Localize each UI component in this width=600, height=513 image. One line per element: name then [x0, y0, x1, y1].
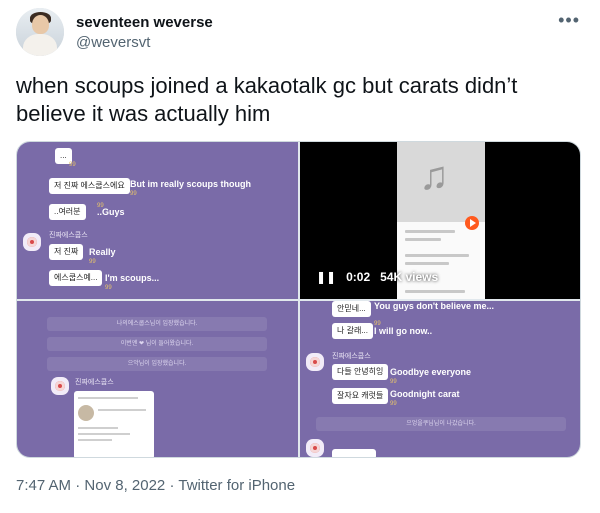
chat-caption: Really: [89, 247, 116, 257]
chat-bubble: 잘자요 캐럿들: [332, 388, 389, 404]
author-names: seventeen weverse @weversvt: [76, 13, 213, 53]
footer-separator: ·: [75, 477, 81, 494]
chat-sender-avatar: [306, 353, 324, 371]
chat-caption: I will go now..: [374, 326, 433, 336]
read-count: 99: [89, 259, 96, 265]
media-image-1[interactable]: ... 99 저 진짜 에스쿱스에요 But im really scoups …: [17, 142, 298, 299]
chat-sender-avatar: [306, 439, 324, 457]
system-message: 으엉을쿠님님이 나갔습니다.: [316, 417, 566, 431]
read-count: 99: [105, 285, 112, 291]
author-handle[interactable]: @weversvt: [76, 33, 213, 53]
read-count: 99: [97, 203, 104, 209]
media-image-3[interactable]: 나의에스쿱스님이 입장했습니다. 이번엔 ❤ 님이 들어왔습니다. 으악님이 입…: [17, 301, 298, 457]
video-overlay: ❚❚ 0:02 54K views: [316, 270, 448, 284]
footer-separator: ·: [169, 477, 175, 494]
system-message: 이번엔 ❤ 님이 들어왔습니다.: [47, 337, 267, 351]
read-count: 99: [390, 379, 397, 385]
chat-caption: Goodbye everyone: [390, 367, 472, 377]
system-message: 으악님이 입장했습니다.: [47, 357, 267, 371]
more-options-icon[interactable]: •••: [558, 11, 580, 29]
media-video[interactable]: ♫ ❚❚ 0:02 54K views: [300, 142, 580, 299]
author-avatar[interactable]: [16, 8, 64, 56]
music-note-icon: ♫: [419, 154, 449, 198]
tweet-time[interactable]: 7:47 AM: [16, 477, 71, 494]
video-duration: 0:02: [346, 270, 371, 284]
tweet-date[interactable]: Nov 8, 2022: [84, 477, 165, 494]
chat-sender-avatar: [51, 377, 69, 395]
read-count: 99: [390, 401, 397, 407]
chat-caption: I'm scoups...: [105, 273, 160, 283]
read-count: 99: [130, 191, 137, 197]
chat-bubble: 저 진짜 에스쿱스에요: [49, 178, 130, 194]
video-views: 54K views: [380, 270, 439, 284]
author-display-name[interactable]: seventeen weverse: [76, 13, 213, 33]
tweet-footer: 7:47 AM · Nov 8, 2022 · Twitter for iPho…: [16, 476, 295, 496]
tweet-header: seventeen weverse @weversvt •••: [16, 8, 584, 58]
chat-sender-name: 진짜에스쿱스: [332, 353, 371, 360]
chat-caption: Goodnight carat: [390, 389, 460, 399]
read-count: 99: [374, 321, 381, 327]
tweet-text: when scoups joined a kakaotalk gc but ca…: [16, 73, 518, 126]
chat-bubble: 에스쿱스예...: [49, 270, 103, 286]
chat-caption: But im really scoups though: [130, 179, 252, 189]
chat-sender-name: 진짜에스쿱스: [75, 379, 114, 386]
chat-bubble: 나 갈래...: [332, 323, 373, 339]
chat-bubble: 안믿네...: [332, 301, 371, 317]
chat-caption: You guys don't believe me...: [374, 301, 494, 311]
chat-bubble: ..여러분: [49, 204, 86, 220]
pause-icon[interactable]: ❚❚: [316, 270, 336, 284]
chat-bubble: 저 진짜: [49, 244, 84, 260]
read-count: 99: [69, 162, 76, 168]
shared-profile-card: [74, 391, 154, 457]
chat-bubble: [332, 449, 376, 457]
media-grid: ... 99 저 진짜 에스쿱스에요 But im really scoups …: [16, 141, 581, 458]
system-message: 나의에스쿱스님이 입장했습니다.: [47, 317, 267, 331]
media-image-4[interactable]: 안믿네... You guys don't believe me... 나 갈래…: [300, 301, 580, 457]
chat-bubble: 다들 안녕히잉: [332, 364, 389, 380]
play-icon: [465, 216, 479, 230]
chat-sender-avatar: [23, 233, 41, 251]
tweet-source[interactable]: Twitter for iPhone: [178, 477, 295, 494]
chat-sender-name: 진짜에스쿱스: [49, 232, 88, 239]
